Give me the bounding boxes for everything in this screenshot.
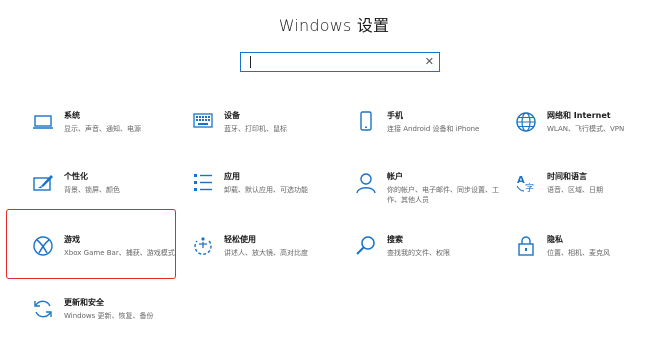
tile-description: 蓝牙、打印机、鼠标 (224, 125, 287, 133)
paintbrush-icon (32, 172, 54, 194)
highlight-box (6, 209, 176, 279)
tile-description: 你的帐户、电子邮件、同步设置、工作、其他人员 (387, 186, 499, 204)
tile-privacy[interactable]: 隐私 位置、相机、麦克风 (515, 235, 665, 279)
svg-text:A: A (517, 175, 525, 186)
tile-title: 更新和安全 (64, 298, 104, 307)
tile-description: 位置、相机、麦克风 (547, 249, 610, 257)
tile-title: 个性化 (64, 172, 88, 181)
tile-description: WLAN、飞行模式、VPN (547, 125, 625, 133)
apps-list-icon (192, 172, 214, 194)
laptop-icon (32, 111, 54, 133)
tile-description: 查找我的文件、权限 (387, 249, 450, 257)
search-icon (355, 235, 377, 257)
tile-description: 背景、锁屏、颜色 (64, 186, 120, 194)
tile-ease-of-access[interactable]: 轻松使用 讲述人、放大镜、高对比度 (192, 235, 342, 279)
tile-phone[interactable]: 手机 连接 Android 设备和 iPhone (355, 111, 505, 155)
lock-icon (515, 235, 537, 257)
language-icon: A字 (515, 172, 537, 194)
tile-apps[interactable]: 应用 卸载、默认应用、可选功能 (192, 172, 342, 216)
tile-description: 语音、区域、日期 (547, 186, 603, 194)
tile-search[interactable]: 搜索 查找我的文件、权限 (355, 235, 505, 279)
svg-text:字: 字 (525, 182, 534, 194)
tile-description: 卸载、默认应用、可选功能 (224, 186, 308, 194)
person-icon (355, 172, 377, 194)
tile-title: 手机 (387, 111, 403, 120)
tile-title: 搜索 (387, 235, 403, 244)
tile-network[interactable]: 网络和 Internet WLAN、飞行模式、VPN (515, 111, 665, 155)
tile-title: 应用 (224, 172, 240, 181)
update-icon (32, 298, 54, 320)
tile-description: 连接 Android 设备和 iPhone (387, 125, 480, 133)
tile-title: 设备 (224, 111, 240, 120)
tile-accounts[interactable]: 帐户 你的帐户、电子邮件、同步设置、工作、其他人员 (355, 172, 505, 216)
tile-title: 网络和 Internet (547, 111, 611, 120)
search-input[interactable]: ✕ (240, 52, 440, 72)
keyboard-icon (192, 111, 214, 133)
ease-of-access-icon (192, 235, 214, 257)
page-title: Windows 设置 (278, 16, 390, 35)
tile-title: 系统 (64, 111, 80, 120)
tile-title: 帐户 (387, 172, 403, 181)
tile-title: 时间和语言 (547, 172, 587, 181)
tile-description: 显示、声音、通知、电源 (64, 125, 141, 133)
phone-icon (355, 111, 377, 133)
tile-devices[interactable]: 设备 蓝牙、打印机、鼠标 (192, 111, 342, 155)
tile-system[interactable]: 系统 显示、声音、通知、电源 (32, 111, 182, 155)
tile-description: Windows 更新、恢复、备份 (64, 312, 154, 320)
clear-icon[interactable]: ✕ (425, 54, 434, 70)
tile-time-language[interactable]: A字 时间和语言 语音、区域、日期 (515, 172, 665, 216)
tile-title: 隐私 (547, 235, 563, 244)
tile-update-security[interactable]: 更新和安全 Windows 更新、恢复、备份 (32, 298, 182, 342)
tile-description: 讲述人、放大镜、高对比度 (224, 249, 308, 257)
tile-title: 轻松使用 (224, 235, 256, 244)
text-caret (250, 56, 251, 68)
globe-icon (515, 111, 537, 133)
